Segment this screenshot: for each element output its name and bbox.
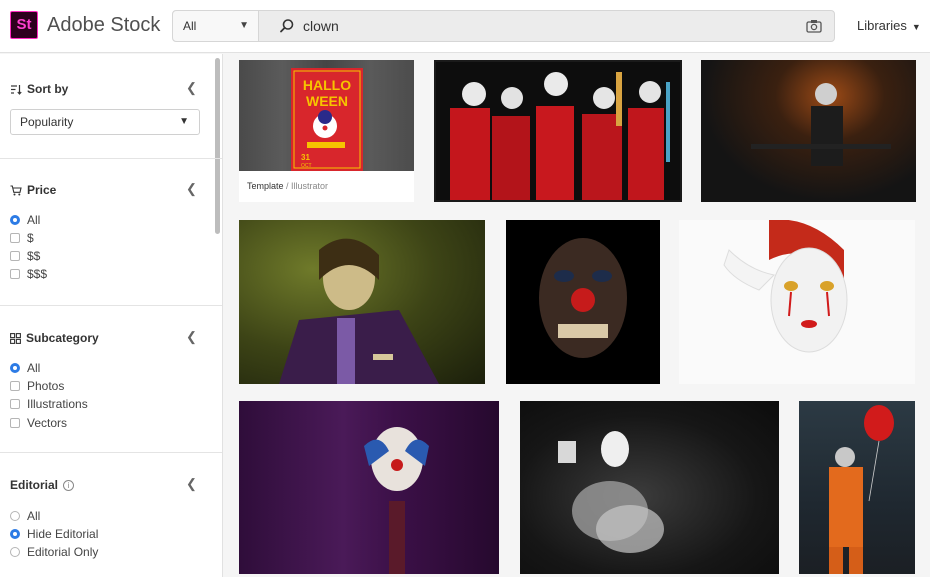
libraries-label: Libraries	[857, 18, 907, 33]
dark-clown-photo	[751, 83, 891, 166]
price-option-all[interactable]: All	[10, 213, 40, 227]
editorial-heading: Editorial i	[10, 478, 75, 492]
checkbox[interactable]	[10, 251, 20, 261]
divider	[0, 452, 222, 453]
poster-text-line2: WEEN	[306, 93, 348, 109]
chevron-down-icon: ▼	[239, 20, 249, 31]
asset-type-select[interactable]: All ▼	[173, 11, 259, 41]
sort-icon	[11, 84, 22, 95]
pennywise-photo	[723, 220, 848, 353]
caption-type: Template	[247, 181, 284, 191]
result-image-joker-suit[interactable]	[239, 220, 485, 384]
option-label: All	[27, 361, 41, 375]
search-input[interactable]: clown	[303, 18, 339, 34]
result-image-pennywise-woman[interactable]	[679, 220, 915, 384]
chevron-down-icon: ▼	[179, 116, 189, 127]
top-header: St Adobe Stock All ▼ clown Libraries ▼	[0, 0, 930, 53]
subcategory-option-all[interactable]: All	[10, 361, 40, 375]
collapse-price-chevron-icon[interactable]: ❮	[186, 181, 197, 197]
balloon-clown-photo	[829, 405, 894, 574]
sort-select-value: Popularity	[20, 115, 74, 129]
subcategory-option-illustrations[interactable]: Illustrations	[10, 397, 88, 411]
price-option-mid[interactable]: $$	[10, 249, 40, 263]
option-label: $	[27, 231, 34, 245]
price-heading: Price	[10, 183, 56, 197]
option-label: All	[27, 509, 41, 523]
result-image-smoke-mask[interactable]	[520, 401, 779, 574]
info-icon[interactable]: i	[63, 479, 75, 491]
radio-selected[interactable]	[10, 529, 20, 539]
option-label: All	[27, 213, 41, 227]
subcategory-label: Subcategory	[26, 331, 99, 345]
caption-separator: /	[283, 181, 292, 191]
editorial-option-hide[interactable]: Hide Editorial	[10, 527, 98, 541]
camera-icon[interactable]	[806, 19, 822, 33]
sidebar-scrollbar[interactable]	[215, 58, 220, 234]
radio[interactable]	[10, 547, 20, 557]
clown-group-photo	[436, 62, 680, 200]
caption-app: Illustrator	[291, 181, 329, 191]
poster-month: OCT	[301, 163, 312, 169]
collapse-sort-chevron-icon[interactable]: ❮	[186, 80, 197, 96]
checkbox[interactable]	[10, 269, 20, 279]
sort-select[interactable]: Popularity ▼	[10, 109, 200, 135]
option-label: Hide Editorial	[27, 527, 99, 541]
result-image-scary-clown-mask[interactable]	[506, 220, 660, 384]
collapse-subcategory-chevron-icon[interactable]: ❮	[186, 329, 197, 345]
radio-selected[interactable]	[10, 363, 20, 373]
price-option-low[interactable]: $	[10, 231, 34, 245]
clown-mask-photo	[539, 238, 627, 358]
halloween-poster-image: HALLO WEEN 31 OCT	[291, 68, 363, 171]
grid-icon	[10, 332, 21, 344]
checkbox[interactable]	[10, 233, 20, 243]
sort-by-heading: Sort by	[10, 82, 68, 96]
editorial-option-all[interactable]: All	[10, 509, 40, 523]
curtain-clown-photo	[364, 427, 429, 574]
checkbox[interactable]	[10, 381, 20, 391]
search-icon	[280, 19, 294, 33]
asset-type-value: All	[183, 19, 197, 33]
chevron-down-icon: ▼	[911, 22, 921, 32]
divider	[0, 158, 222, 159]
checkbox[interactable]	[10, 418, 20, 428]
filter-sidebar: Sort by ❮ Popularity ▼ Price ❮ All $ $$ …	[0, 54, 223, 577]
template-caption[interactable]: Template / Illustrator	[239, 171, 414, 202]
result-image-halloween-template[interactable]: HALLO WEEN 31 OCT	[239, 60, 414, 171]
result-image-clown-curtain[interactable]	[239, 401, 499, 574]
subcategory-option-vectors[interactable]: Vectors	[10, 416, 67, 430]
collapse-editorial-chevron-icon[interactable]: ❮	[186, 476, 197, 492]
brand-name[interactable]: Adobe Stock	[47, 14, 160, 37]
radio-selected[interactable]	[10, 215, 20, 225]
adobe-stock-logo[interactable]: St	[10, 11, 38, 39]
cart-icon	[10, 184, 22, 195]
divider	[0, 305, 222, 306]
price-label: Price	[27, 183, 57, 197]
smoke-mask-photo	[558, 431, 664, 553]
option-label: Illustrations	[27, 397, 88, 411]
result-image-clown-balloon[interactable]	[799, 401, 915, 574]
editorial-option-only[interactable]: Editorial Only	[10, 545, 98, 559]
subcategory-option-photos[interactable]: Photos	[10, 379, 64, 393]
option-label: Photos	[27, 379, 65, 393]
option-label: Editorial Only	[27, 545, 99, 559]
search-bar: All ▼ clown	[172, 10, 835, 42]
subcategory-heading: Subcategory	[10, 331, 99, 345]
option-label: Vectors	[27, 416, 68, 430]
sort-by-label: Sort by	[27, 82, 69, 96]
result-image-clown-group[interactable]	[434, 60, 682, 202]
price-option-high[interactable]: $$$	[10, 267, 47, 281]
option-label: $$	[27, 249, 41, 263]
libraries-menu[interactable]: Libraries ▼	[857, 18, 921, 33]
poster-date: 31	[301, 153, 310, 162]
radio[interactable]	[10, 511, 20, 521]
joker-photo	[279, 238, 439, 384]
result-image-dark-clown-alley[interactable]	[701, 60, 916, 202]
option-label: $$$	[27, 267, 48, 281]
poster-text-line1: HALLO	[303, 77, 351, 93]
checkbox[interactable]	[10, 399, 20, 409]
editorial-label: Editorial	[10, 478, 59, 492]
